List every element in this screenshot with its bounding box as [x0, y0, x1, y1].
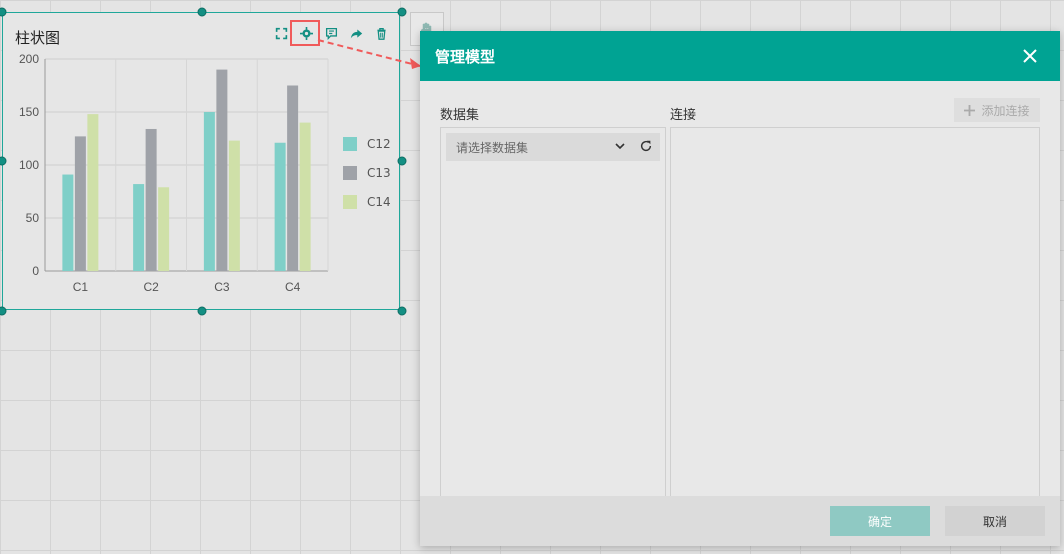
resize-handle-bottom[interactable] [197, 306, 207, 316]
y-tick-label: 0 [32, 264, 39, 278]
y-tick-label: 100 [19, 158, 39, 172]
dataset-label: 数据集 [440, 108, 480, 123]
chart-widget[interactable]: 柱状图 0 50 100 150 200 C1 C2 C3 C4 C12 C13 C14 [2, 12, 400, 310]
resize-handle-top-right[interactable] [397, 7, 407, 17]
manage-model-dialog: 管理模型 数据集 连接 添加连接 请选择数据集 确定 取消 [420, 31, 1060, 546]
resize-handle-right[interactable] [397, 156, 407, 166]
legend-label: C13 [367, 166, 391, 180]
legend-swatch [343, 137, 357, 151]
legend-swatch [343, 195, 357, 209]
y-tick-label: 200 [19, 52, 39, 66]
resize-handle-top[interactable] [197, 7, 207, 17]
bar-C13-C3 [216, 69, 228, 271]
x-tick-label: C1 [73, 280, 89, 294]
dataset-panel: 请选择数据集 [440, 127, 666, 497]
legend-item-C13[interactable]: C13 [343, 166, 391, 180]
bar-C14-C2 [158, 187, 170, 271]
dataset-select[interactable]: 请选择数据集 [446, 133, 660, 161]
dialog-title: 管理模型 [435, 48, 496, 66]
cancel-button[interactable]: 取消 [945, 506, 1045, 536]
refresh-icon[interactable] [639, 139, 653, 153]
bar-C14-C4 [299, 122, 311, 271]
dataset-placeholder: 请选择数据集 [456, 140, 529, 155]
x-tick-label: C4 [285, 280, 301, 294]
add-connect-label: 添加连接 [981, 103, 1030, 118]
add-connect-button[interactable]: 添加连接 [954, 98, 1040, 122]
x-tick-label: C3 [214, 280, 230, 294]
bar-C12-C3 [203, 112, 215, 271]
legend-swatch [343, 166, 357, 180]
legend-label: C12 [367, 137, 391, 151]
dialog-footer: 确定 取消 [420, 496, 1060, 546]
bar-C12-C4 [274, 142, 286, 271]
chevron-down-icon [615, 143, 625, 150]
ok-button[interactable]: 确定 [830, 506, 930, 536]
legend-item-C14[interactable]: C14 [343, 195, 391, 209]
bar-chart: 0 50 100 150 200 C1 C2 C3 C4 [19, 52, 329, 294]
legend-label: C14 [367, 195, 391, 209]
bar-C13-C4 [287, 85, 299, 271]
gear-highlight-box [290, 20, 320, 46]
y-tick-label: 50 [26, 211, 40, 225]
connect-panel [670, 127, 1040, 497]
connect-label: 连接 [670, 108, 697, 123]
bar-C13-C2 [145, 128, 157, 271]
bar-C13-C1 [74, 136, 86, 271]
resize-handle-bottom-right[interactable] [397, 306, 407, 316]
x-tick-label: C2 [143, 280, 159, 294]
plus-icon [964, 104, 976, 116]
y-tick-label: 150 [19, 105, 39, 119]
close-icon[interactable] [1018, 44, 1042, 68]
dialog-header: 管理模型 [420, 31, 1060, 81]
bar-C12-C1 [62, 174, 74, 271]
bar-C12-C2 [133, 184, 145, 271]
legend-item-C12[interactable]: C12 [343, 137, 391, 151]
bar-C14-C1 [87, 114, 99, 272]
bar-C14-C3 [228, 140, 240, 271]
resize-handle-bottom-left[interactable] [0, 306, 7, 316]
